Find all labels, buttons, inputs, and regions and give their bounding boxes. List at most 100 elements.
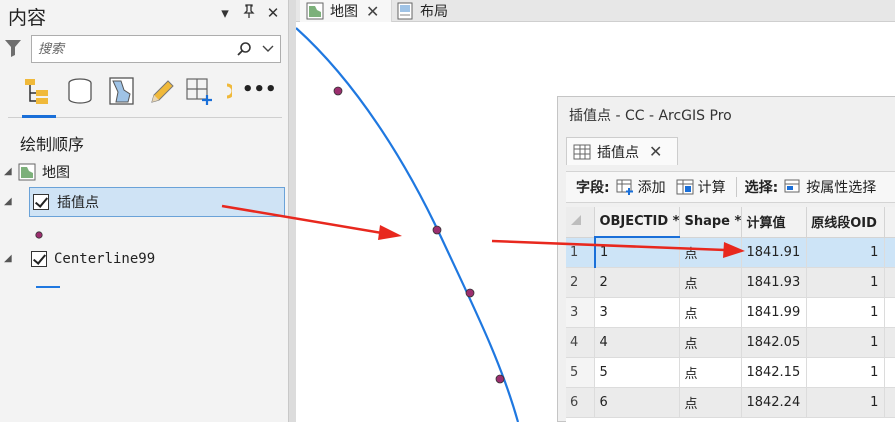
cell-shape[interactable]: 点 xyxy=(679,387,743,418)
layer-label: 插值点 xyxy=(57,195,99,211)
expand-triangle-icon[interactable]: ◢ xyxy=(4,196,12,207)
expand-triangle-icon[interactable]: ◢ xyxy=(4,253,12,264)
search-box[interactable] xyxy=(31,35,281,63)
fields-label: 字段: xyxy=(576,180,610,196)
expand-triangle-icon[interactable]: ◢ xyxy=(4,166,12,177)
cell-objectid[interactable]: 5 xyxy=(594,357,681,388)
attribute-grid[interactable]: OBJECTID * Shape * 计算值 原线段OID 1 1 点 1841… xyxy=(566,207,895,422)
tree-item-centerline[interactable]: Centerline99 xyxy=(31,245,281,273)
chevron-down-icon[interactable] xyxy=(262,42,274,56)
cell-objectid[interactable]: 6 xyxy=(594,387,681,418)
row-number[interactable]: 2 xyxy=(566,267,596,298)
calculate-icon xyxy=(676,179,694,195)
cell-overflow xyxy=(884,387,895,418)
tab-attribute-table[interactable]: 插值点 ✕ xyxy=(566,137,678,165)
snapping-grid-icon[interactable] xyxy=(184,75,216,107)
cell-objectid[interactable]: 4 xyxy=(594,327,681,358)
pane-controls: ▾ ✕ xyxy=(218,4,280,22)
map-icon xyxy=(18,163,36,185)
cell-shape[interactable]: 点 xyxy=(679,267,743,298)
tab-layout[interactable]: 布局 xyxy=(396,0,476,22)
column-header-objectid[interactable]: OBJECTID * xyxy=(594,207,681,238)
row-number[interactable]: 6 xyxy=(566,387,596,418)
insert-point-feature[interactable] xyxy=(495,374,505,384)
section-title: 绘制顺序 xyxy=(20,135,85,154)
table-header-row: OBJECTID * Shape * 计算值 原线段OID xyxy=(566,207,895,238)
row-number[interactable]: 4 xyxy=(566,327,596,358)
map-icon xyxy=(306,2,324,20)
cell-orig-oid[interactable]: 1 xyxy=(806,357,886,388)
close-pane-icon[interactable]: ✕ xyxy=(266,4,280,22)
select-label: 选择: xyxy=(744,180,779,196)
calculate-field-button[interactable]: 计算 xyxy=(676,177,726,197)
row-header-corner[interactable] xyxy=(566,207,596,238)
cell-shape[interactable]: 点 xyxy=(679,327,743,358)
cell-calc-value[interactable]: 1841.93 xyxy=(741,267,808,298)
table-toolbar: 字段: 添加 计算 选择: 按属性选择 xyxy=(566,171,895,203)
pin-icon[interactable] xyxy=(242,4,256,22)
tab-label: 插值点 xyxy=(597,144,639,161)
contents-title: 内容 xyxy=(8,7,47,29)
search-icon[interactable] xyxy=(236,41,252,61)
cell-calc-value[interactable]: 1841.91 xyxy=(741,237,808,268)
tab-label: 布局 xyxy=(420,4,448,20)
cell-shape[interactable]: 点 xyxy=(679,237,743,268)
cell-calc-value[interactable]: 1842.05 xyxy=(741,327,808,358)
close-tab-icon[interactable]: ✕ xyxy=(366,2,379,21)
row-number[interactable]: 3 xyxy=(566,297,596,328)
cell-objectid[interactable]: 2 xyxy=(594,267,681,298)
cell-orig-oid[interactable]: 1 xyxy=(806,297,886,328)
table-row[interactable]: 4 4 点 1842.05 1 xyxy=(566,327,895,358)
pane-menu-icon[interactable]: ▾ xyxy=(218,4,232,22)
add-field-button[interactable]: 添加 xyxy=(616,177,666,197)
close-tab-icon[interactable]: ✕ xyxy=(649,142,662,161)
cell-orig-oid[interactable]: 1 xyxy=(806,237,886,268)
data-source-icon[interactable] xyxy=(64,75,96,107)
table-row[interactable]: 5 5 点 1842.15 1 xyxy=(566,357,895,388)
cell-calc-value[interactable]: 1841.99 xyxy=(741,297,808,328)
column-header-orig-oid[interactable]: 原线段OID xyxy=(806,207,886,238)
tree-item-insert-points[interactable]: 插值点 xyxy=(29,187,285,217)
editing-pencil-icon[interactable] xyxy=(146,75,178,107)
row-number[interactable]: 5 xyxy=(566,357,596,388)
drawing-order-icon[interactable] xyxy=(22,75,54,107)
selection-icon[interactable] xyxy=(106,75,138,107)
filter-icon[interactable] xyxy=(4,38,22,62)
column-header-shape[interactable]: Shape * xyxy=(679,207,743,238)
cell-shape[interactable]: 点 xyxy=(679,297,743,328)
more-views-icon[interactable] xyxy=(222,75,232,107)
cell-overflow xyxy=(884,267,895,298)
cell-orig-oid[interactable]: 1 xyxy=(806,387,886,418)
insert-point-feature[interactable] xyxy=(432,225,442,235)
row-number[interactable]: 1 xyxy=(566,237,596,268)
insert-point-feature[interactable] xyxy=(333,86,343,96)
cell-calc-value[interactable]: 1842.24 xyxy=(741,387,808,418)
cell-objectid[interactable]: 3 xyxy=(594,297,681,328)
cell-overflow xyxy=(884,237,895,268)
table-row[interactable]: 2 2 点 1841.93 1 xyxy=(566,267,895,298)
search-input[interactable] xyxy=(38,40,228,58)
centerline-feature[interactable] xyxy=(296,27,520,422)
cell-objectid[interactable]: 1 xyxy=(594,237,681,268)
layer-visibility-checkbox[interactable] xyxy=(33,194,49,210)
table-row[interactable]: 6 6 点 1842.24 1 xyxy=(566,387,895,418)
tab-map[interactable]: 地图 ✕ xyxy=(300,0,392,22)
select-by-attributes-button[interactable]: 按属性选择 xyxy=(784,177,876,197)
point-symbol-icon xyxy=(35,225,45,244)
cell-calc-value[interactable]: 1842.15 xyxy=(741,357,808,388)
cell-shape[interactable]: 点 xyxy=(679,357,743,388)
more-options-icon[interactable]: ••• xyxy=(242,79,277,111)
cell-overflow xyxy=(884,327,895,358)
cell-orig-oid[interactable]: 1 xyxy=(806,327,886,358)
map-label: 地图 xyxy=(42,165,70,181)
tab-label: 地图 xyxy=(330,4,358,20)
table-row[interactable]: 1 1 点 1841.91 1 xyxy=(566,237,895,268)
table-row[interactable]: 3 3 点 1841.99 1 xyxy=(566,297,895,328)
column-header-overflow xyxy=(884,207,895,238)
pane-splitter[interactable] xyxy=(288,0,296,422)
cell-overflow xyxy=(884,357,895,388)
insert-point-feature[interactable] xyxy=(465,288,475,298)
layer-visibility-checkbox[interactable] xyxy=(31,251,47,267)
column-header-calc-value[interactable]: 计算值 xyxy=(741,207,808,238)
cell-orig-oid[interactable]: 1 xyxy=(806,267,886,298)
